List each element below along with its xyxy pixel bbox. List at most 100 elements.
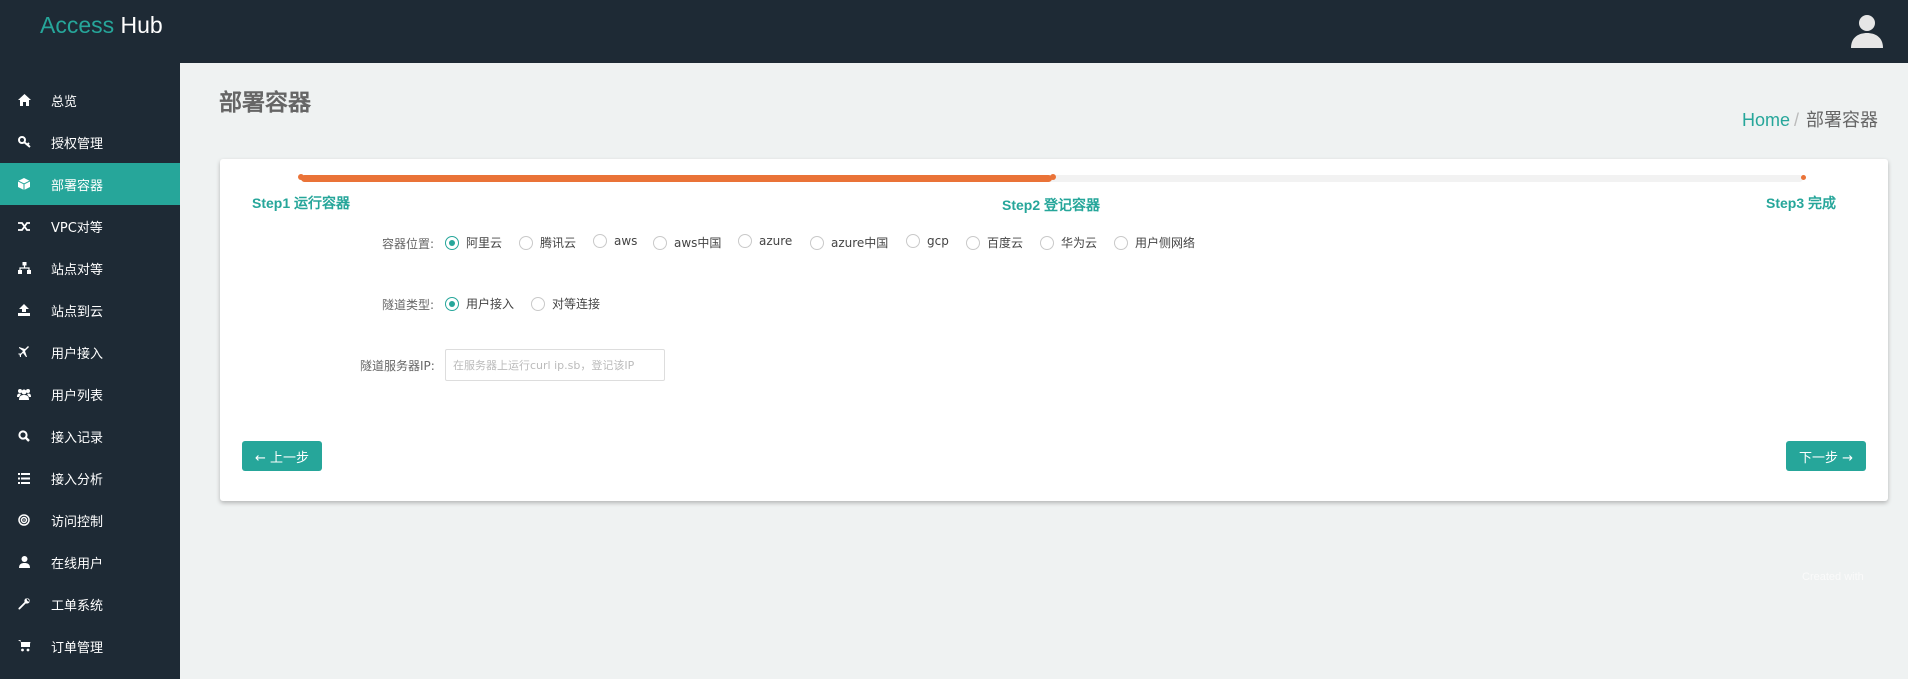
sidebar-item-online-users[interactable]: 在线用户 (0, 541, 180, 583)
radio-label: azure (759, 234, 793, 248)
radio-label: aws中国 (674, 236, 722, 250)
sidebar-item-user-list[interactable]: 用户列表 (0, 373, 180, 415)
sidebar-item-user-access[interactable]: 用户接入 (0, 331, 180, 373)
radio-label: 百度云 (987, 236, 1024, 250)
step3-label: Step3 完成 (1766, 195, 1837, 211)
sidebar-item-label: 在线用户 (51, 557, 104, 572)
sidebar-item-deploy-container[interactable]: 部署容器 (0, 163, 180, 205)
location-radio-gcp[interactable]: gcp (906, 234, 949, 248)
sidebar-item-overview[interactable]: 总览 (0, 79, 180, 121)
sidebar-item-label: 授权管理 (51, 137, 104, 152)
list-icon (16, 470, 32, 486)
target-icon (16, 512, 32, 528)
sidebar-item-label: 工单系统 (51, 599, 104, 614)
tunnel-server-ip-label: 隧道服务器IP: (360, 359, 435, 373)
wizard-progress-fill (301, 175, 1052, 182)
radio-label: azure中国 (831, 236, 889, 250)
home-icon (16, 92, 32, 108)
radio-circle (810, 235, 824, 250)
radio-circle (1040, 235, 1054, 250)
next-step-button[interactable]: 下一步 → (1786, 441, 1866, 471)
radio-circle (966, 235, 980, 250)
radio-circle (531, 296, 545, 311)
radio-label: 用户侧网络 (1135, 236, 1196, 250)
top-navbar: Access Hub (0, 0, 1908, 63)
radio-circle (445, 296, 459, 311)
radio-label: 腾讯云 (540, 236, 577, 250)
sidebar-item-label: 访问控制 (51, 515, 104, 530)
radio-circle (593, 234, 607, 248)
radio-circle (1114, 235, 1128, 250)
sidebar-item-vpc-peering[interactable]: VPC对等 (0, 205, 180, 247)
location-radio-baidu[interactable]: 百度云 (966, 234, 1023, 251)
step1-label: Step1 运行容器 (252, 195, 351, 211)
radio-label: 华为云 (1061, 236, 1098, 250)
step3-dot (1801, 175, 1806, 180)
location-radio-aliyun[interactable]: 阿里云 (445, 234, 502, 251)
footer-credit: Created with (1802, 571, 1864, 583)
sidebar-item-label: 站点对等 (51, 263, 104, 278)
tunnel-radio-user-access[interactable]: 用户接入 (445, 295, 514, 312)
radio-label: aws (614, 234, 638, 248)
user-icon (16, 554, 32, 570)
radio-label: 对等连接 (552, 297, 601, 311)
radio-circle (906, 234, 920, 248)
cart-icon (16, 638, 32, 654)
location-radio-huawei[interactable]: 华为云 (1040, 234, 1097, 251)
sidebar-item-label: 用户接入 (51, 347, 104, 362)
wrench-icon (16, 596, 32, 612)
sidebar-item-label: 接入记录 (51, 431, 104, 446)
tunnel-radio-peer-connection[interactable]: 对等连接 (531, 295, 600, 312)
step2-dot (1050, 174, 1056, 180)
breadcrumb: Home / 部署容器 (1742, 106, 1878, 132)
user-avatar-icon[interactable] (1848, 12, 1886, 50)
random-icon (16, 218, 32, 234)
sidebar-item-site-to-cloud[interactable]: 站点到云 (0, 289, 180, 331)
location-radio-azure-china[interactable]: azure中国 (810, 234, 888, 251)
breadcrumb-current: 部署容器 (1806, 110, 1878, 130)
sidebar-item-access-log[interactable]: 接入记录 (0, 415, 180, 457)
radio-circle (653, 235, 667, 250)
container-location-label: 容器位置: (382, 237, 435, 251)
wizard-card: Step1 运行容器 Step2 登记容器 Step3 完成 容器位置: 阿里云… (220, 159, 1888, 501)
sidebar-item-access-analysis[interactable]: 接入分析 (0, 457, 180, 499)
radio-circle (738, 234, 752, 248)
sidebar-item-ticket-system[interactable]: 工单系统 (0, 583, 180, 625)
cube-icon (16, 176, 32, 192)
tunnel-server-ip-input[interactable] (445, 349, 665, 381)
step1-dot (298, 174, 304, 180)
prev-step-button[interactable]: ← 上一步 (242, 441, 322, 471)
sidebar-item-label: 总览 (51, 95, 78, 110)
location-radio-azure[interactable]: azure (738, 234, 792, 248)
sidebar-item-access-control[interactable]: 访问控制 (0, 499, 180, 541)
location-radio-aws-china[interactable]: aws中国 (653, 234, 721, 251)
upload-icon (16, 302, 32, 318)
sidebar-item-label: 接入分析 (51, 473, 104, 488)
sidebar-item-label: 订单管理 (51, 641, 104, 656)
tunnel-type-label: 隧道类型: (382, 298, 435, 312)
breadcrumb-separator: / (1793, 110, 1799, 130)
sidebar-item-label: 部署容器 (51, 179, 104, 194)
location-radio-aws[interactable]: aws (593, 234, 637, 248)
location-radio-user-network[interactable]: 用户侧网络 (1114, 234, 1195, 251)
radio-label: 用户接入 (466, 297, 515, 311)
radio-circle (519, 235, 533, 250)
step2-label: Step2 登记容器 (1002, 197, 1101, 213)
brand-logo[interactable]: Access Hub (40, 12, 163, 39)
radio-label: gcp (927, 234, 949, 248)
sidebar-item-label: 站点到云 (51, 305, 104, 320)
sidebar-item-label: VPC对等 (51, 221, 103, 236)
sitemap-icon (16, 260, 32, 276)
key-icon (16, 134, 32, 150)
radio-circle (445, 235, 459, 250)
breadcrumb-home-link[interactable]: Home (1742, 110, 1790, 130)
sidebar-item-order-management[interactable]: 订单管理 (0, 625, 180, 667)
sidebar-item-label: 用户列表 (51, 389, 104, 404)
sidebar: 总览 授权管理 部署容器 VPC对等 站点对等 站点到云 用户接入 用户列表 接… (0, 63, 180, 679)
plane-icon (16, 344, 32, 360)
sidebar-item-site-peering[interactable]: 站点对等 (0, 247, 180, 289)
brand-name-part2: Hub (120, 12, 163, 38)
location-radio-tencent[interactable]: 腾讯云 (519, 234, 576, 251)
page-title: 部署容器 (219, 90, 311, 116)
sidebar-item-authorization[interactable]: 授权管理 (0, 121, 180, 163)
